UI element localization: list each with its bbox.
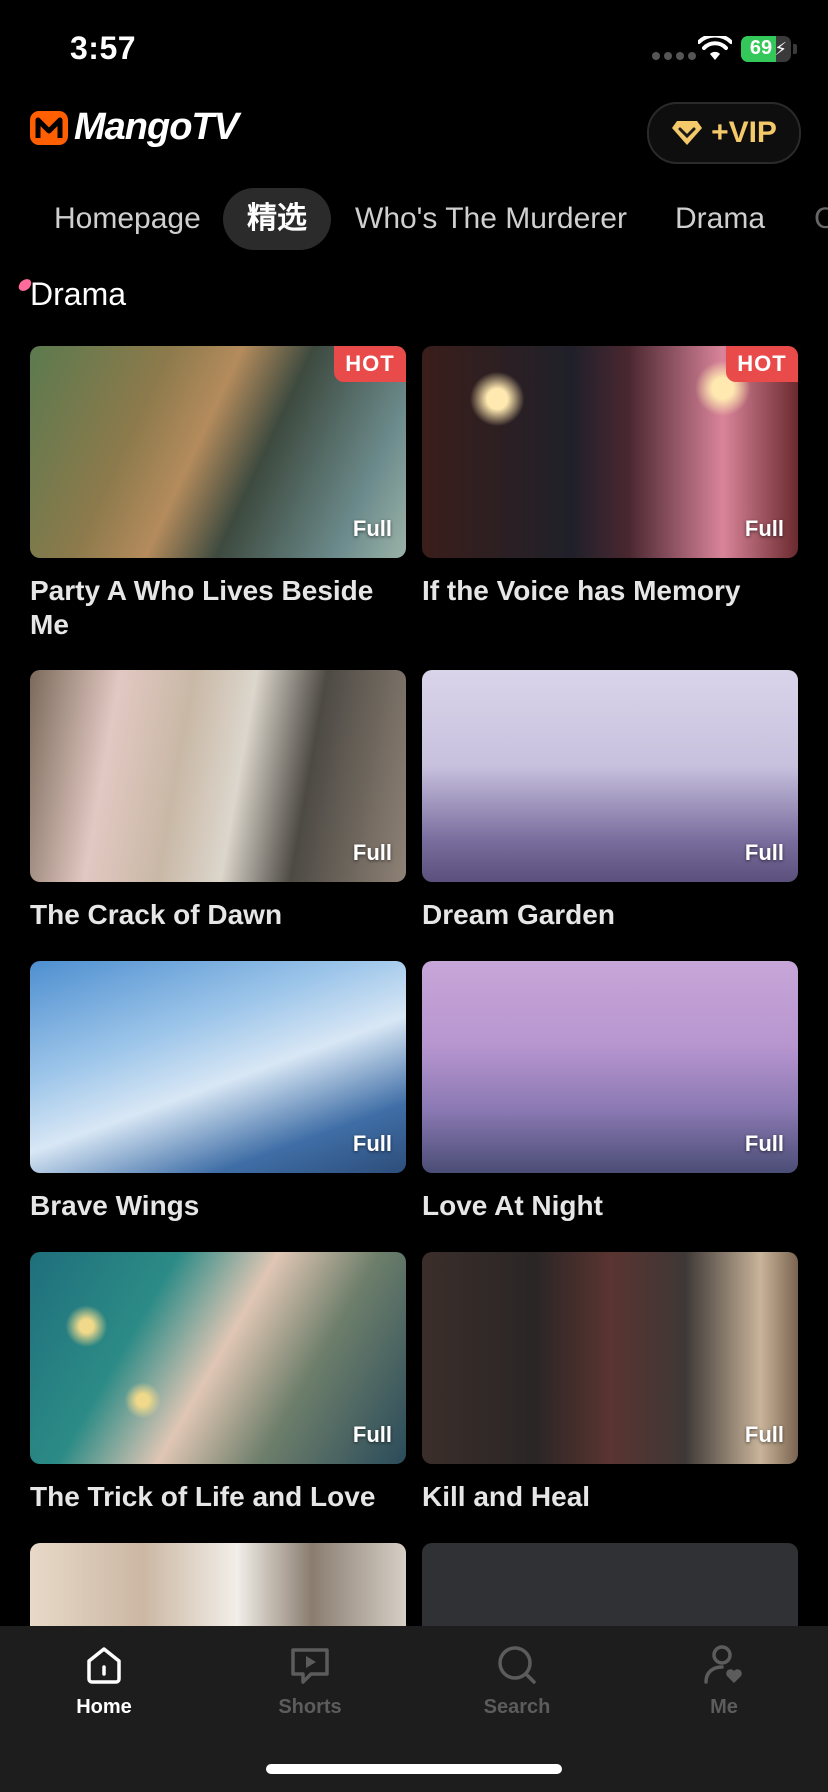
hot-badge: HOT xyxy=(726,346,798,382)
hot-badge: HOT xyxy=(334,346,406,382)
drama-title[interactable]: Kill and Heal xyxy=(422,1480,782,1514)
nav-shorts[interactable]: Shorts xyxy=(250,1642,370,1719)
nav-search-label: Search xyxy=(483,1696,551,1718)
nav-home[interactable]: Home xyxy=(44,1642,164,1719)
status-time: 3:57 xyxy=(70,30,137,66)
drama-thumbnail[interactable]: Full xyxy=(422,961,798,1173)
battery-cap xyxy=(793,44,797,54)
drama-card[interactable]: Full The Crack of Dawn xyxy=(30,670,406,932)
home-indicator xyxy=(266,1764,562,1774)
full-badge: Full xyxy=(744,1422,784,1447)
drama-card[interactable]: HOT Full Party A Who Lives Beside Me xyxy=(30,346,406,642)
section-title: Drama xyxy=(30,276,127,312)
drama-title[interactable]: The Trick of Life and Love xyxy=(30,1480,390,1514)
drama-thumbnail[interactable]: Full xyxy=(422,1252,798,1464)
battery-indicator: 69 ⚡ xyxy=(741,36,791,62)
vip-button[interactable]: +VIP xyxy=(647,102,801,164)
drama-thumbnail[interactable]: HOT Full xyxy=(30,346,406,558)
drama-title[interactable]: Dream Garden xyxy=(422,898,782,932)
search-icon xyxy=(498,1646,536,1684)
mango-logo-icon xyxy=(30,110,68,145)
home-icon xyxy=(87,1647,121,1684)
drama-card[interactable]: Full Love At Night xyxy=(422,961,798,1223)
full-badge: Full xyxy=(352,1422,392,1447)
drama-title[interactable]: Party A Who Lives Beside Me xyxy=(30,574,390,642)
nav-home-label: Home xyxy=(76,1696,132,1718)
vip-diamond-icon xyxy=(672,121,703,145)
full-badge: Full xyxy=(352,516,392,541)
drama-thumbnail[interactable]: Full xyxy=(422,670,798,882)
nav-me[interactable]: Me xyxy=(664,1642,784,1719)
profile-heart-icon xyxy=(704,1645,742,1684)
tab-featured[interactable]: 精选 xyxy=(223,188,331,250)
drama-thumbnail[interactable]: Full xyxy=(30,1252,406,1464)
full-badge: Full xyxy=(744,840,784,865)
charging-bolt-icon: ⚡ xyxy=(774,39,787,59)
drama-thumbnail[interactable]: HOT Full xyxy=(422,346,798,558)
tab-homepage[interactable]: Homepage xyxy=(54,188,201,250)
drama-title[interactable]: The Crack of Dawn xyxy=(30,898,390,932)
full-badge: Full xyxy=(744,1131,784,1156)
full-badge: Full xyxy=(352,1131,392,1156)
nav-search[interactable]: Search xyxy=(457,1642,577,1719)
tab-more-clipped[interactable]: C xyxy=(814,188,828,250)
nav-me-label: Me xyxy=(710,1696,738,1718)
brand-name: MangoTV xyxy=(74,106,239,148)
wifi-icon xyxy=(698,36,732,60)
cellular-signal-icon xyxy=(652,52,696,60)
drama-title[interactable]: Love At Night xyxy=(422,1189,782,1223)
drama-title[interactable]: Brave Wings xyxy=(30,1189,390,1223)
category-tabs: Homepage 精选 Who's The Murderer Drama C xyxy=(0,188,828,254)
tab-drama[interactable]: Drama xyxy=(675,188,765,250)
drama-title[interactable]: If the Voice has Memory xyxy=(422,574,782,608)
drama-card[interactable]: Full The Trick of Life and Love xyxy=(30,1252,406,1514)
full-badge: Full xyxy=(744,516,784,541)
tab-whos-the-murderer[interactable]: Who's The Murderer xyxy=(355,188,627,250)
drama-card[interactable]: Full Kill and Heal xyxy=(422,1252,798,1514)
nav-shorts-label: Shorts xyxy=(278,1696,342,1718)
drama-card[interactable]: Full Brave Wings xyxy=(30,961,406,1223)
shorts-play-icon xyxy=(291,1648,329,1684)
drama-thumbnail[interactable]: Full xyxy=(30,961,406,1173)
drama-card[interactable]: Full Dream Garden xyxy=(422,670,798,932)
vip-label: +VIP xyxy=(711,116,777,149)
full-badge: Full xyxy=(352,840,392,865)
drama-card[interactable]: HOT Full If the Voice has Memory xyxy=(422,346,798,608)
status-bar: 3:57 69 ⚡ xyxy=(0,0,828,100)
mangotv-logo: MangoTV xyxy=(28,106,239,149)
drama-thumbnail[interactable]: Full xyxy=(30,670,406,882)
